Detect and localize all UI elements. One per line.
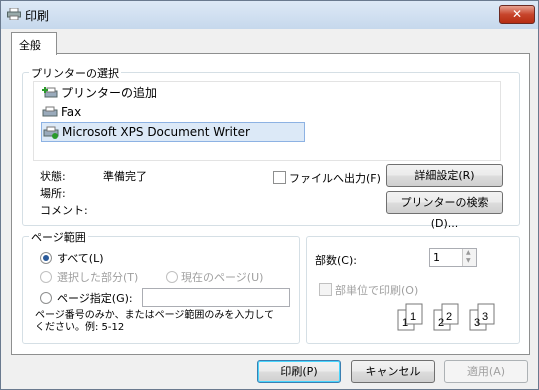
range-current-page-radio[interactable]	[166, 271, 178, 283]
svg-text:2: 2	[438, 317, 444, 329]
comment-label: コメント:	[40, 204, 88, 217]
status-label: 状態:	[40, 170, 66, 183]
svg-text:3: 3	[482, 311, 488, 323]
preferences-button[interactable]: 詳細設定(R)	[386, 164, 503, 187]
printer-item-add[interactable]: プリンターの追加	[42, 84, 242, 102]
close-button[interactable]: ✕	[499, 5, 535, 24]
close-icon: ✕	[511, 7, 523, 21]
page-range-group-label: ページ範囲	[29, 229, 88, 245]
print-button[interactable]: 印刷(P)	[257, 360, 341, 383]
copies-spinner[interactable]: ▲ ▼	[462, 249, 476, 266]
range-selection-label: 選択した部分(T)	[57, 271, 139, 284]
range-pages-radio[interactable]	[40, 292, 52, 304]
find-printer-button[interactable]: プリンターの検索(D)...	[386, 191, 503, 230]
svg-text:1: 1	[410, 311, 416, 323]
add-printer-icon	[42, 87, 58, 98]
printer-select-group-label: プリンターの選択	[29, 65, 121, 81]
print-to-file-checkbox[interactable]	[273, 171, 286, 184]
range-selection-radio[interactable]	[40, 271, 52, 283]
svg-text:1: 1	[402, 317, 408, 329]
tab-general[interactable]: 全般	[11, 32, 57, 55]
spin-up-icon[interactable]: ▲	[466, 249, 471, 256]
collate-checkbox[interactable]	[319, 283, 332, 296]
range-all-radio[interactable]	[40, 252, 52, 264]
cancel-button[interactable]: キャンセル	[351, 360, 435, 383]
svg-text:3: 3	[474, 317, 480, 329]
pages-input[interactable]	[142, 288, 290, 307]
print-to-file-label: ファイルへ出力(F)	[289, 172, 381, 185]
printer-icon	[7, 8, 21, 20]
collate-pages-icon: 11 22 33	[397, 303, 495, 331]
print-dialog: 印刷 ✕ 全般 プリンターの選択 ページ範囲 プリンターの追加 Fax Micr…	[0, 0, 539, 390]
spin-down-icon[interactable]: ▼	[466, 257, 471, 264]
xps-printer-icon	[43, 126, 59, 139]
printer-list[interactable]: プリンターの追加 Fax Microsoft XPS Document Writ…	[33, 81, 501, 161]
printer-item-fax[interactable]: Fax	[42, 103, 242, 121]
copies-input[interactable]: 1 ▲ ▼	[429, 248, 477, 267]
location-label: 場所:	[40, 187, 66, 200]
svg-text:2: 2	[446, 311, 452, 323]
range-current-page-label: 現在のページ(U)	[181, 271, 264, 284]
printer-item-xps[interactable]: Microsoft XPS Document Writer	[41, 122, 305, 142]
apply-button[interactable]: 適用(A)	[444, 360, 528, 383]
page-range-hint: ページ番号のみか、またはページ範囲のみを入力してください。例: 5-12	[35, 310, 275, 333]
window-title: 印刷	[25, 9, 50, 23]
fax-printer-icon	[42, 106, 58, 117]
range-all-label: すべて(L)	[57, 252, 104, 265]
copies-label: 部数(C):	[315, 254, 357, 267]
title-bar[interactable]: 印刷 ✕	[1, 1, 538, 29]
status-value: 準備完了	[103, 170, 147, 183]
range-pages-label: ページ指定(G):	[57, 292, 133, 305]
